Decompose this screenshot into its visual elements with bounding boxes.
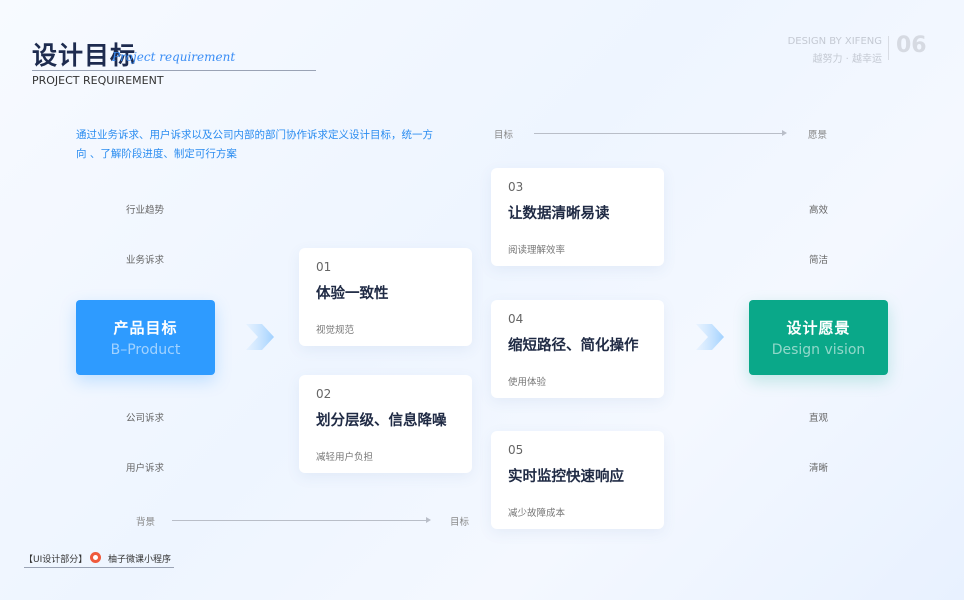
goal-card-05: 05 实时监控快速响应 减少故障成本 (491, 431, 664, 529)
top-axis-arrow-icon (782, 130, 787, 136)
product-goal-box: 产品目标 B–Product (76, 300, 215, 375)
page-subtitle: PROJECT REQUIREMENT (32, 74, 164, 87)
page-number: 06 (896, 33, 927, 58)
card-subtitle: 阅读理解效率 (508, 245, 566, 256)
goal-card-01: 01 体验一致性 视觉规范 (299, 248, 472, 346)
brand-motto: 越努力 · 越幸运 (812, 54, 882, 65)
top-axis-to-label: 愿景 (808, 130, 828, 141)
card-number: 04 (508, 312, 524, 326)
chevron-right-icon (696, 324, 724, 350)
left-label-user-demand: 用户诉求 (126, 463, 165, 474)
card-number: 03 (508, 180, 524, 194)
bottom-axis-to-label: 目标 (450, 517, 470, 528)
left-label-industry-trend: 行业趋势 (126, 205, 165, 216)
goal-card-02: 02 划分层级、信息降噪 减轻用户负担 (299, 375, 472, 473)
bottom-axis-arrow-icon (426, 517, 431, 523)
card-number: 02 (316, 387, 332, 401)
goal-card-03: 03 让数据清晰易读 阅读理解效率 (491, 168, 664, 266)
bottom-axis-line (172, 520, 426, 521)
intro-text: 通过业务诉求、用户诉求以及公司内部的部门协作诉求定义设计目标，统一方向 、了解阶… (76, 129, 433, 160)
right-label-efficient: 高效 (809, 205, 829, 216)
title-underline (32, 70, 316, 71)
right-label-intuitive: 直观 (809, 413, 829, 424)
card-title: 实时监控快速响应 (508, 469, 624, 485)
card-subtitle: 减轻用户负担 (316, 452, 374, 463)
left-label-business-demand: 业务诉求 (126, 255, 165, 266)
left-label-company-demand: 公司诉求 (126, 413, 165, 424)
card-subtitle: 使用体验 (508, 377, 547, 388)
right-label-clear: 清晰 (809, 463, 829, 474)
brand-divider (888, 36, 889, 60)
brand-english: DESIGN BY XIFENG (787, 36, 882, 47)
card-subtitle: 减少故障成本 (508, 508, 566, 519)
design-vision-title: 设计愿景 (786, 319, 851, 337)
product-goal-subtitle: B–Product (110, 342, 181, 358)
card-title: 缩短路径、简化操作 (508, 338, 639, 354)
card-title: 划分层级、信息降噪 (316, 413, 447, 429)
card-number: 01 (316, 260, 332, 274)
footer-mini-program: 柚子微课小程序 (108, 555, 172, 565)
goal-card-04: 04 缩短路径、简化操作 使用体验 (491, 300, 664, 398)
footer-underline (24, 567, 174, 568)
card-subtitle: 视觉规范 (316, 325, 355, 336)
footer-section-label: 【UI设计部分】 (24, 555, 88, 565)
design-vision-box: 设计愿景 Design vision (749, 300, 888, 375)
card-number: 05 (508, 443, 524, 457)
bottom-axis-from-label: 背景 (136, 517, 156, 528)
chevron-right-icon (246, 324, 274, 350)
page-title-script: Project requirement (112, 50, 236, 64)
top-axis-from-label: 目标 (494, 130, 514, 141)
product-goal-title: 产品目标 (113, 319, 178, 337)
top-axis-line (534, 133, 782, 134)
design-vision-subtitle: Design vision (771, 342, 866, 358)
logo-icon (90, 552, 101, 563)
card-title: 体验一致性 (316, 286, 389, 302)
right-label-concise: 简洁 (809, 255, 829, 266)
card-title: 让数据清晰易读 (508, 206, 610, 222)
